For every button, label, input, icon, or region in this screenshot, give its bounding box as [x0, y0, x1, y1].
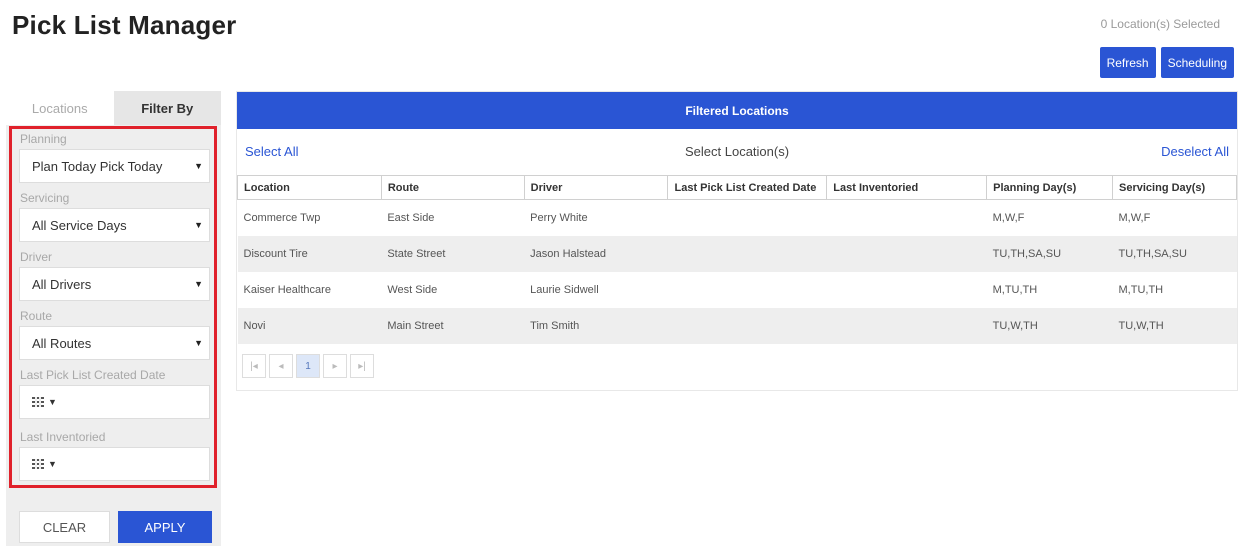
- filter-form: Planning Plan Today Pick Today ▼ Servici…: [9, 126, 217, 488]
- column-header-last-inventoried[interactable]: Last Inventoried: [826, 175, 988, 200]
- tab-locations[interactable]: Locations: [6, 91, 114, 125]
- last-page-icon[interactable]: ▸|: [350, 354, 374, 378]
- cell-driver: Perry White: [530, 211, 588, 224]
- route-select[interactable]: All Routes ▼: [19, 326, 210, 360]
- cell-location: Kaiser Healthcare: [243, 283, 331, 296]
- servicing-select[interactable]: All Service Days ▼: [19, 208, 210, 242]
- driver-select[interactable]: All Drivers ▼: [19, 267, 210, 301]
- select-locations-label: Select Location(s): [685, 144, 790, 159]
- calendar-icon: [32, 459, 44, 469]
- last-pick-date-picker[interactable]: ▼: [19, 385, 210, 419]
- panel-title: Filtered Locations: [237, 92, 1237, 129]
- select-all-link[interactable]: Select All: [245, 144, 298, 159]
- planning-value: Plan Today Pick Today: [32, 158, 163, 174]
- cell-route: Main Street: [381, 307, 525, 344]
- tab-filter-by[interactable]: Filter By: [113, 91, 221, 125]
- cell-last-pick: [668, 200, 827, 236]
- cell-route: East Side: [387, 211, 435, 224]
- scheduling-button[interactable]: Scheduling: [1160, 47, 1234, 78]
- route-label: Route: [20, 309, 53, 323]
- cell-last-inventoried: [826, 235, 987, 272]
- last-inventoried-date-picker[interactable]: ▼: [19, 447, 210, 481]
- prev-page-icon[interactable]: ◂: [269, 354, 293, 378]
- filter-actions: CLEAR APPLY: [19, 511, 212, 543]
- cell-driver: Jason Halstead: [524, 235, 668, 272]
- next-page-icon[interactable]: ▸: [323, 354, 347, 378]
- apply-button[interactable]: APPLY: [118, 511, 212, 543]
- cell-location: Discount Tire: [237, 235, 382, 272]
- calendar-icon: [32, 397, 44, 407]
- cell-location: Commerce Twp: [243, 211, 321, 224]
- cell-route: State Street: [381, 235, 525, 272]
- column-header-servicing-days[interactable]: Servicing Day(s): [1112, 175, 1237, 200]
- cell-planning-days: TU,TH,SA,SU: [986, 235, 1113, 272]
- cell-planning-days: M,TU,TH: [992, 283, 1038, 296]
- page-title: Pick List Manager: [12, 10, 237, 40]
- selected-count: 0 Location(s) Selected: [1100, 17, 1220, 31]
- cell-last-pick: [667, 307, 827, 344]
- refresh-button[interactable]: Refresh: [1099, 47, 1156, 78]
- last-pick-label: Last Pick List Created Date: [20, 368, 166, 382]
- selection-bar: Select All Select Location(s) Deselect A…: [237, 129, 1237, 175]
- caret-down-icon: ▼: [194, 220, 203, 230]
- table-row[interactable]: Commerce Twp East Side Perry White M,W,F…: [238, 200, 1237, 236]
- driver-label: Driver: [20, 250, 52, 264]
- table-row[interactable]: Kaiser Healthcare West Side Laurie Sidwe…: [238, 272, 1237, 308]
- column-header-driver[interactable]: Driver: [523, 175, 669, 200]
- cell-planning-days: TU,W,TH: [986, 307, 1113, 344]
- caret-down-icon: ▼: [48, 397, 57, 407]
- deselect-all-link[interactable]: Deselect All: [1161, 144, 1229, 159]
- caret-down-icon: ▼: [194, 161, 203, 171]
- cell-driver: Laurie Sidwell: [530, 283, 599, 296]
- cell-servicing-days: M,W,F: [1118, 211, 1151, 224]
- cell-last-inventoried: [827, 272, 987, 308]
- caret-down-icon: ▼: [48, 459, 57, 469]
- header-actions: Refresh Scheduling: [1099, 47, 1234, 78]
- current-page-button[interactable]: 1: [296, 354, 320, 378]
- cell-servicing-days: TU,TH,SA,SU: [1112, 235, 1237, 272]
- table-row[interactable]: Discount Tire State Street Jason Halstea…: [237, 235, 1237, 272]
- cell-route: West Side: [387, 283, 438, 296]
- last-inventoried-label: Last Inventoried: [20, 430, 106, 444]
- planning-label: Planning: [20, 132, 67, 146]
- cell-location: Novi: [237, 307, 382, 344]
- clear-button[interactable]: CLEAR: [19, 511, 110, 543]
- column-header-route[interactable]: Route: [380, 175, 525, 200]
- column-header-planning-days[interactable]: Planning Day(s): [986, 175, 1114, 200]
- column-header-last-pick[interactable]: Last Pick List Created Date: [667, 175, 828, 200]
- pagination: |◂ ◂ 1 ▸ ▸|: [242, 354, 377, 378]
- route-value: All Routes: [32, 335, 92, 351]
- cell-planning-days: M,W,F: [992, 211, 1025, 224]
- cell-servicing-days: TU,W,TH: [1112, 307, 1237, 344]
- cell-last-inventoried: [826, 307, 987, 344]
- column-header-location[interactable]: Location: [237, 175, 382, 200]
- sidebar-tabs: Locations Filter By: [6, 91, 221, 125]
- locations-table: Location Route Driver Last Pick List Cre…: [237, 175, 1237, 344]
- caret-down-icon: ▼: [194, 338, 203, 348]
- left-panel: Locations Filter By Planning Plan Today …: [6, 91, 221, 546]
- servicing-value: All Service Days: [32, 217, 127, 233]
- planning-select[interactable]: Plan Today Pick Today ▼: [19, 149, 210, 183]
- first-page-icon[interactable]: |◂: [242, 354, 266, 378]
- cell-driver: Tim Smith: [524, 307, 668, 344]
- filtered-locations-panel: Filtered Locations Select All Select Loc…: [236, 91, 1238, 391]
- servicing-label: Servicing: [20, 191, 70, 205]
- table-row[interactable]: Novi Main Street Tim Smith TU,W,TH TU,W,…: [237, 307, 1237, 344]
- cell-last-pick: [667, 235, 827, 272]
- cell-servicing-days: M,TU,TH: [1118, 283, 1164, 296]
- caret-down-icon: ▼: [194, 279, 203, 289]
- table-header-row: Location Route Driver Last Pick List Cre…: [237, 175, 1237, 200]
- driver-value: All Drivers: [32, 276, 92, 292]
- cell-last-pick: [668, 272, 827, 308]
- cell-last-inventoried: [827, 200, 987, 236]
